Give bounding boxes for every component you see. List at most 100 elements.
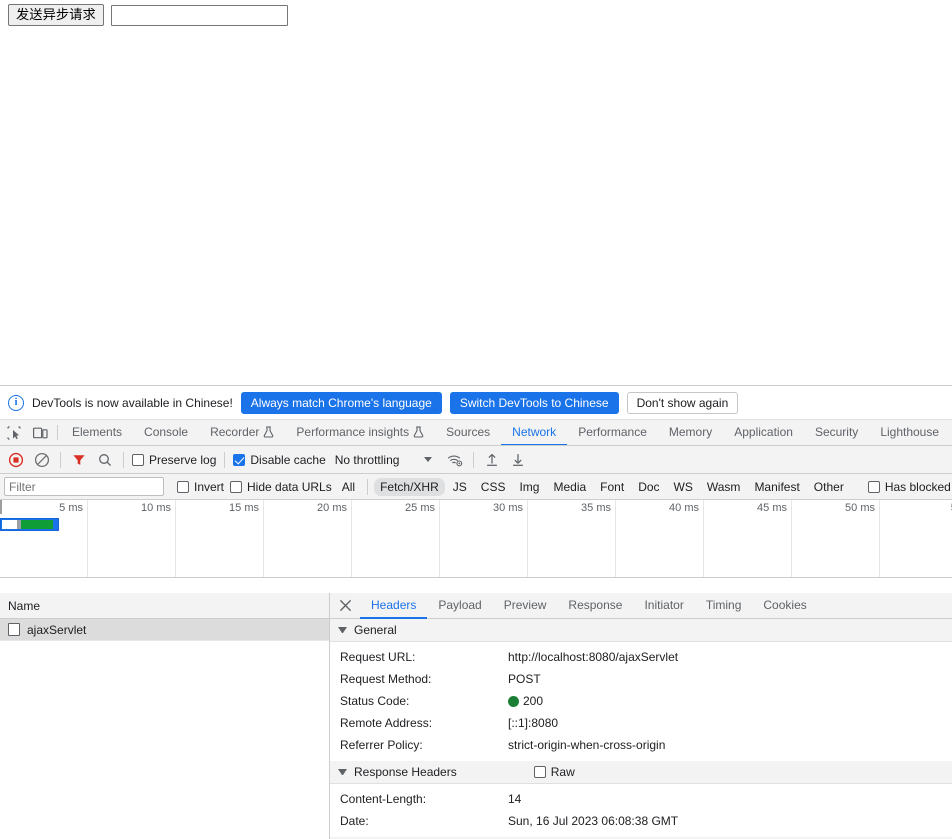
details-tab-payload[interactable]: Payload <box>427 593 492 619</box>
chevron-down-icon <box>424 457 433 462</box>
tab-label: Console <box>144 425 189 439</box>
preserve-log-checkbox[interactable]: Preserve log <box>129 453 219 467</box>
raw-toggle-checkbox[interactable]: Raw <box>533 765 575 779</box>
request-details-pane: Headers Payload Preview Response Initiator Ti… <box>330 593 952 839</box>
status-badge <box>508 695 519 707</box>
filter-type-js[interactable]: JS <box>447 478 473 496</box>
header-row: Referrer Policy: strict-origin-when-cross… <box>330 734 952 756</box>
record-stop-icon[interactable] <box>3 447 29 473</box>
header-row: Request URL: http://localhost:8080/ajaxSe… <box>330 646 952 668</box>
tab-recorder[interactable]: Recorder <box>199 420 285 445</box>
search-icon[interactable] <box>92 447 118 473</box>
throttling-dropdown[interactable]: No throttling <box>335 453 433 467</box>
always-match-language-button[interactable]: Always match Chrome's language <box>240 391 442 414</box>
tab-performance[interactable]: Performance <box>567 420 658 445</box>
tab-lighthouse[interactable]: Lighthouse <box>869 420 950 445</box>
close-icon[interactable] <box>330 593 360 618</box>
raw-toggle-box[interactable] <box>533 766 546 778</box>
filter-type-wasm[interactable]: Wasm <box>701 478 747 496</box>
filter-type-media[interactable]: Media <box>547 478 592 496</box>
tab-label: Performance <box>578 425 647 439</box>
header-row: Date: Sun, 16 Jul 2023 06:08:38 GMT <box>330 810 952 832</box>
tab-elements[interactable]: Elements <box>61 420 133 445</box>
experimental-beaker-icon <box>263 426 274 438</box>
dont-show-again-button[interactable]: Don't show again <box>626 391 739 414</box>
tab-memory[interactable]: Memory <box>658 420 723 445</box>
network-toolbar: Preserve log Disable cache No throttling <box>0 446 952 474</box>
has-blocked-cookies-label: Has blocked cookies <box>884 479 952 494</box>
hide-data-urls-checkbox[interactable]: Hide data URLs <box>227 480 335 494</box>
toolbar-divider-1 <box>60 451 61 468</box>
tab-sources[interactable]: Sources <box>435 420 501 445</box>
header-value-text: 14 <box>508 792 522 806</box>
invert-box[interactable] <box>177 480 189 493</box>
section-title: General <box>354 623 397 637</box>
network-overview-timeline[interactable]: 5 ms 10 ms 15 ms 20 ms 25 ms 30 ms 35 ms 40 ms 4… <box>0 500 952 578</box>
preserve-log-box[interactable] <box>132 453 144 466</box>
filter-type-fetch-xhr[interactable]: Fetch/XHR <box>374 477 445 496</box>
filter-type-other[interactable]: Other <box>808 478 850 496</box>
tab-application[interactable]: Application <box>723 420 804 445</box>
tabstrip-divider <box>57 425 58 440</box>
clear-network-log-icon[interactable] <box>29 447 55 473</box>
send-async-request-button[interactable]: 发送异步请求 <box>8 4 104 26</box>
has-blocked-cookies-box[interactable] <box>867 480 880 493</box>
network-conditions-icon[interactable] <box>442 447 468 473</box>
tab-console[interactable]: Console <box>133 420 199 445</box>
details-tab-timing[interactable]: Timing <box>695 593 753 619</box>
filter-type-css[interactable]: CSS <box>475 478 512 496</box>
import-har-icon[interactable] <box>479 447 505 473</box>
info-circle-icon: i <box>8 394 24 411</box>
filter-type-font[interactable]: Font <box>594 478 630 496</box>
requests-name-column-label: Name <box>8 598 41 613</box>
disable-cache-box[interactable] <box>233 453 246 466</box>
inspect-element-icon[interactable] <box>0 420 27 445</box>
experimental-beaker-icon <box>413 426 424 438</box>
header-value: 200 <box>508 691 543 711</box>
disable-cache-checkbox[interactable]: Disable cache <box>230 453 328 467</box>
waterfall-waiting-segment <box>21 520 53 529</box>
filter-type-manifest[interactable]: Manifest <box>748 478 805 496</box>
invert-checkbox[interactable]: Invert <box>174 480 227 494</box>
details-tab-headers[interactable]: Headers <box>360 593 428 619</box>
request-details-body: General Request URL: http://localhost:8080… <box>330 619 952 839</box>
header-value-text: 200 <box>523 694 544 708</box>
details-tab-cookies[interactable]: Cookies <box>752 593 817 619</box>
tab-label: Security <box>814 425 859 439</box>
filter-type-ws[interactable]: WS <box>668 478 699 496</box>
network-filter-bar: Invert Hide data URLs All Fetch/XHRJSCSSI… <box>0 474 952 500</box>
switch-to-chinese-button[interactable]: Switch DevTools to Chinese <box>449 391 619 414</box>
header-row: Request Method: POST <box>330 668 952 690</box>
filter-input[interactable] <box>4 477 164 496</box>
tab-security[interactable]: Security <box>804 420 869 445</box>
tab-performance-insights[interactable]: Performance insights <box>285 420 435 445</box>
disable-cache-label: Disable cache <box>250 452 326 467</box>
has-blocked-cookies-checkbox[interactable]: Has blocked cookies <box>865 480 952 494</box>
filter-type-img[interactable]: Img <box>513 478 545 496</box>
preserve-log-label: Preserve log <box>149 452 217 467</box>
toolbar-divider-4 <box>473 451 475 468</box>
infobar-message: DevTools is now available in Chinese! <box>32 395 233 410</box>
export-har-icon[interactable] <box>505 447 531 473</box>
section-header-general[interactable]: General <box>330 619 952 642</box>
header-row: Remote Address: [::1]:8080 <box>330 712 952 734</box>
response-text-input[interactable] <box>110 4 288 26</box>
filter-type-all[interactable]: All <box>336 478 361 496</box>
hide-data-urls-box[interactable] <box>230 480 243 493</box>
network-split-view: Name ajaxServlet Headers Payload Preview Re… <box>0 593 952 839</box>
request-row[interactable]: ajaxServlet <box>0 619 329 641</box>
details-tab-list: Headers Payload Preview Response Initiator Ti… <box>360 593 818 619</box>
devtools-tabs: Elements Console Recorder Performance insig… <box>61 420 950 445</box>
details-tab-preview[interactable]: Preview <box>493 593 558 619</box>
tab-network[interactable]: Network <box>501 420 568 445</box>
details-tab-initiator[interactable]: Initiator <box>633 593 694 619</box>
section-header-response-headers[interactable]: Response Headers Raw <box>330 761 952 784</box>
filter-icon[interactable] <box>66 447 92 473</box>
device-toolbar-icon[interactable] <box>27 420 54 445</box>
requests-column-header[interactable]: Name <box>0 593 329 619</box>
throttling-value: No throttling <box>334 452 400 467</box>
details-tab-response[interactable]: Response <box>557 593 633 619</box>
tab-label: Performance insights <box>296 425 410 439</box>
filter-type-doc[interactable]: Doc <box>632 478 665 496</box>
section-title: Response Headers <box>354 765 457 779</box>
